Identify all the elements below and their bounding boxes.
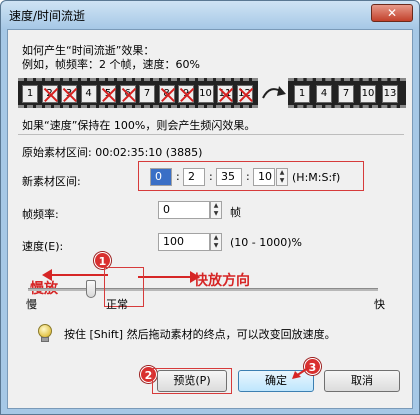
film-frame-result: 13 (382, 85, 398, 103)
minutes-input[interactable]: 2 (183, 168, 205, 186)
film-strip-original: 1 2 3 4 5 6 7 8 9 10 11 12 (18, 78, 258, 108)
film-frame: 9 (178, 85, 194, 103)
lightbulb-base (41, 337, 49, 342)
preview-button[interactable]: 预览(P) (157, 370, 227, 392)
slider-slow-label: 慢 (26, 298, 37, 311)
speed-slider-track[interactable] (28, 288, 378, 291)
film-frame-result: 4 (316, 85, 332, 103)
film-frame: 5 (100, 85, 116, 103)
window-title: 速度/时间流逝 (9, 9, 86, 23)
arrow-right-red-icon (138, 271, 200, 283)
film-frame: 3 (61, 85, 77, 103)
film-frame: 4 (80, 85, 97, 103)
speed-dialog-window: 速度/时间流逝 ✕ 如何产生“时间流逝”效果： 例如，帧频率：2 个帧，速度：6… (0, 0, 420, 415)
speed-slider-thumb[interactable] (86, 280, 96, 298)
speed-label: 速度(E): (22, 240, 64, 253)
speed-input[interactable]: 100 (158, 233, 210, 251)
range-spinner[interactable]: ▲ ▼ (276, 168, 288, 186)
info-line-2: 例如，帧频率：2 个帧，速度：60% (22, 58, 200, 71)
dialog-body: 如何产生“时间流逝”效果： 例如，帧频率：2 个帧，速度：60% 1234567… (7, 29, 413, 409)
arrow-right-icon (262, 86, 286, 99)
frame-rate-label: 帧频率: (22, 208, 59, 221)
film-frame-result: 7 (338, 85, 354, 103)
film-frame-result: 10 (360, 85, 376, 103)
speed-spinner[interactable]: ▲ ▼ (210, 233, 222, 251)
lightbulb-icon (38, 324, 52, 338)
frames-input[interactable]: 10 (253, 168, 275, 186)
slider-fast-label: 快 (374, 298, 385, 311)
cancel-button[interactable]: 取消 (324, 370, 400, 392)
slider-normal-label: 正常 (106, 298, 128, 311)
frame-rate-spinner[interactable]: ▲ ▼ (210, 201, 222, 219)
arrow-to-ok-icon (292, 367, 309, 379)
frame-rate-input[interactable]: 0 (158, 201, 210, 219)
film-frame: 7 (139, 85, 155, 103)
film-frame: 11 (217, 85, 233, 103)
hours-input[interactable]: 0 (150, 168, 172, 186)
title-bar: 速度/时间流逝 ✕ (1, 1, 419, 29)
flicker-note: 如果“速度”保持在 100%，则会产生频闪效果。 (22, 119, 256, 132)
film-frame-result: 1 (294, 85, 310, 103)
divider (18, 134, 404, 135)
film-frame: 10 (197, 85, 214, 103)
original-range-text: 原始素材区间: 00:02:35:10 (3885) (22, 146, 203, 159)
film-frame: 1 (22, 85, 38, 103)
seconds-input[interactable]: 35 (216, 168, 242, 186)
new-range-label: 新素材区间: (22, 175, 81, 188)
film-frame: 8 (158, 85, 175, 103)
speed-range: (10 - 1000)% (230, 236, 302, 249)
frame-rate-unit: 帧 (230, 206, 241, 219)
range-format: (H:M:S:f) (292, 171, 341, 184)
film-frame: 2 (41, 85, 58, 103)
close-button[interactable]: ✕ (371, 4, 413, 22)
fast-direction-annotation: 快放方向 (194, 273, 250, 289)
film-strip-result: 1 4 7 10 13 (288, 78, 406, 108)
film-frame: 12 (236, 85, 253, 103)
tip-text: 按住 [Shift] 然后拖动素材的终点，可以改变回放速度。 (64, 328, 336, 341)
film-frame: 6 (119, 85, 136, 103)
